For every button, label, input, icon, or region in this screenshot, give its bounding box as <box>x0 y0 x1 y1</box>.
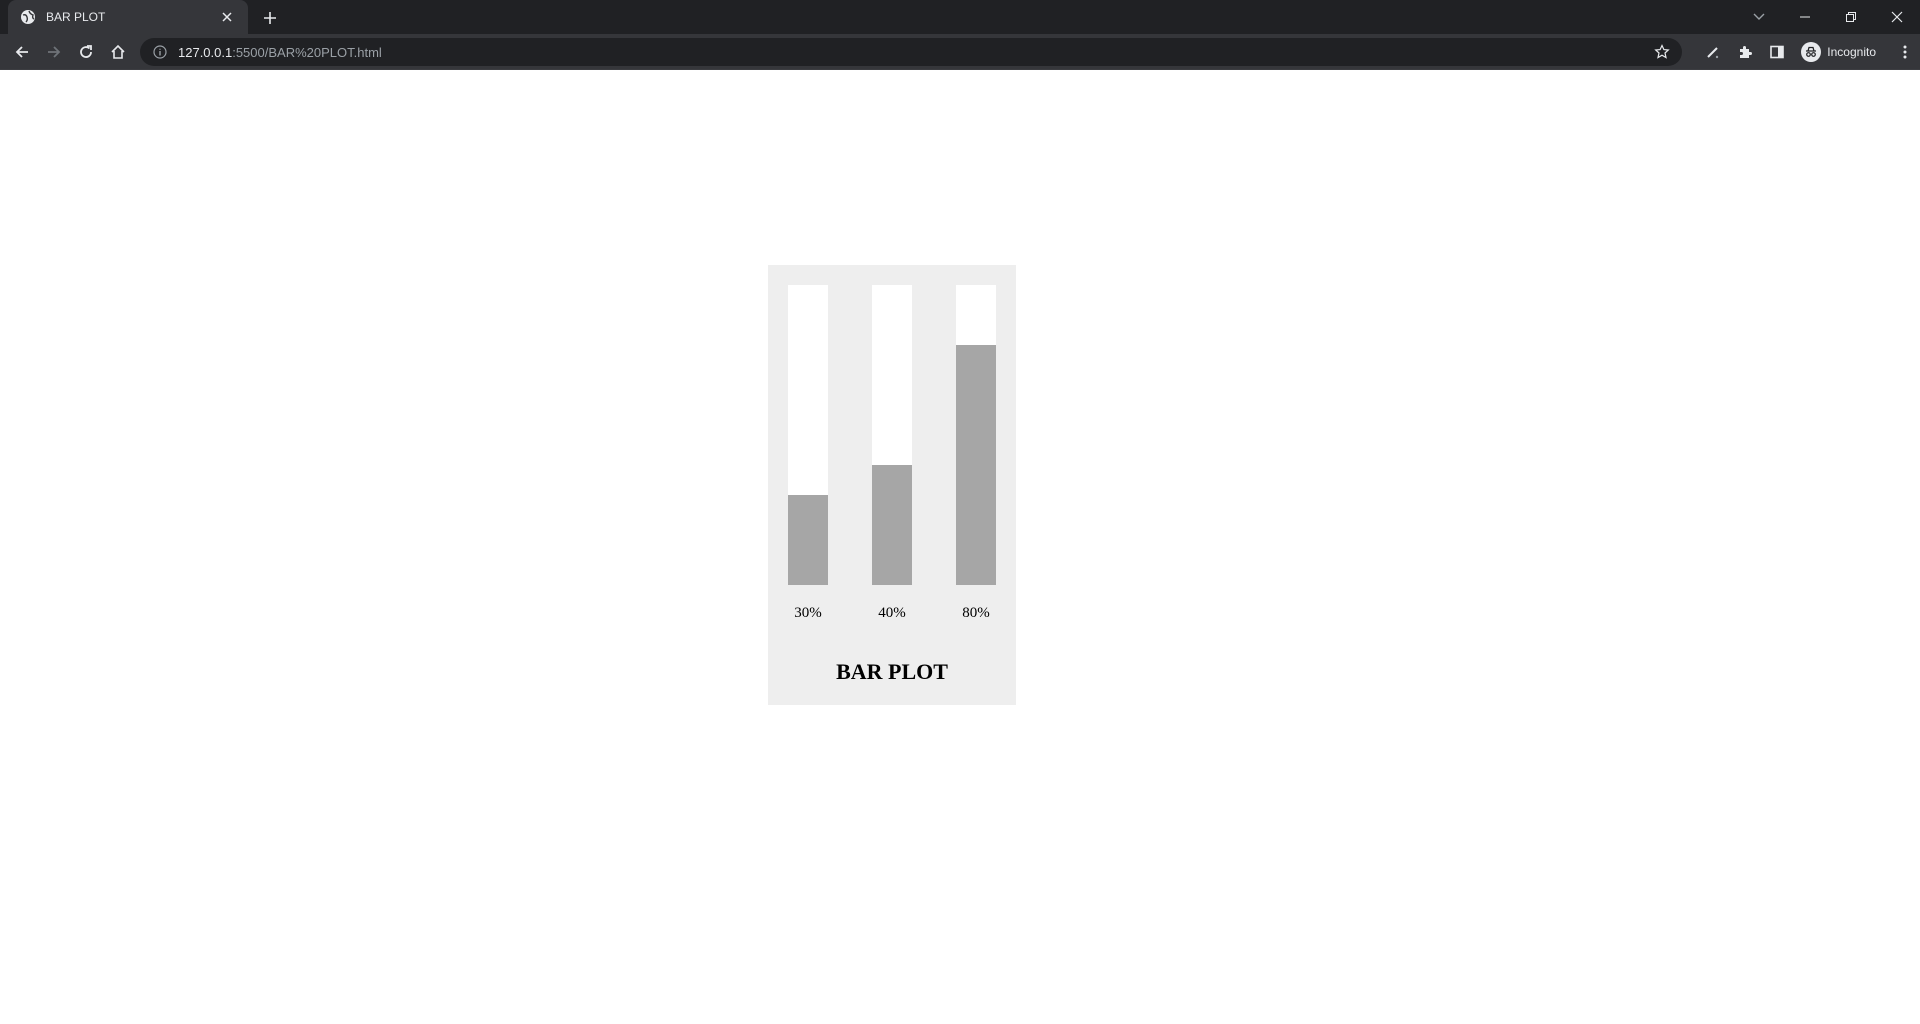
toolbar-right: Incognito <box>1697 34 1920 70</box>
chevron-down-icon[interactable] <box>1736 0 1782 34</box>
bar-track <box>872 285 912 585</box>
globe-icon <box>20 9 36 25</box>
bar-label: 80% <box>962 605 990 621</box>
close-icon[interactable] <box>218 8 236 26</box>
close-window-icon[interactable] <box>1874 0 1920 34</box>
bar-label: 30% <box>794 605 822 621</box>
reload-icon[interactable] <box>72 38 100 66</box>
url-host: 127.0.0.1 <box>178 44 233 60</box>
tab-title: BAR PLOT <box>46 10 106 24</box>
info-icon[interactable] <box>152 44 168 60</box>
address-bar[interactable]: 127.0.0.1:5500/BAR%20PLOT.html <box>140 38 1682 66</box>
bar-chart: BAR PLOT 30% 40% 80% <box>768 265 1016 705</box>
bar-label: 40% <box>878 605 906 621</box>
chart-title: BAR PLOT <box>836 659 948 684</box>
tab-strip: BAR PLOT <box>0 0 1920 34</box>
restore-icon[interactable] <box>1828 0 1874 34</box>
home-icon[interactable] <box>104 38 132 66</box>
bar <box>956 345 996 585</box>
window-controls <box>1736 0 1920 34</box>
forward-icon[interactable] <box>40 38 68 66</box>
bar <box>788 495 828 585</box>
minimize-icon[interactable] <box>1782 0 1828 34</box>
side-panel-icon[interactable] <box>1761 38 1793 66</box>
browser-toolbar: 127.0.0.1:5500/BAR%20PLOT.html Incognito <box>0 34 1920 70</box>
incognito-icon <box>1801 42 1822 62</box>
pen-icon[interactable] <box>1697 38 1729 66</box>
puzzle-icon[interactable] <box>1729 38 1761 66</box>
url-path: :5500/BAR%20PLOT.html <box>232 44 382 60</box>
bar <box>872 465 912 585</box>
back-icon[interactable] <box>8 38 36 66</box>
page-viewport: BAR PLOT 30% 40% 80% <box>0 70 1920 1024</box>
bar-track <box>956 285 996 585</box>
star-icon[interactable] <box>1652 42 1672 62</box>
plus-icon[interactable] <box>258 6 282 30</box>
browser-tab[interactable]: BAR PLOT <box>8 0 248 34</box>
bar-track <box>788 285 828 585</box>
kebab-menu-icon[interactable] <box>1890 38 1920 66</box>
url-text[interactable]: 127.0.0.1:5500/BAR%20PLOT.html <box>178 45 382 60</box>
profile-label: Incognito <box>1827 45 1876 59</box>
profile-button[interactable]: Incognito <box>1797 39 1886 65</box>
